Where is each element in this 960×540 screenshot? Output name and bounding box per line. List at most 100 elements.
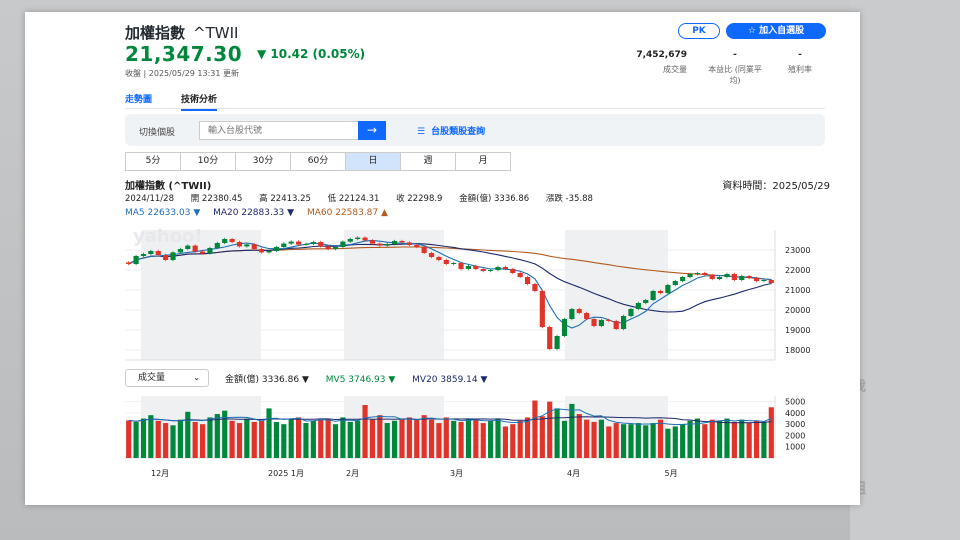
candle-body — [613, 321, 619, 329]
tab-trend[interactable]: 走勢圖 — [125, 92, 152, 105]
index-name: 加權指數 — [125, 24, 186, 42]
volume-bar — [303, 423, 309, 458]
add-watchlist-button[interactable]: ☆ 加入自選股 — [726, 23, 826, 39]
candle-body — [451, 263, 457, 264]
candle-body — [362, 237, 368, 241]
candle-body — [207, 248, 213, 254]
volume-bar — [635, 423, 641, 458]
stock-search-input[interactable] — [199, 121, 359, 140]
category-query-link[interactable]: ☰ 台股類股查詢 — [417, 124, 485, 137]
volume-bar — [126, 420, 132, 458]
candle-body — [244, 244, 250, 247]
volume-bar — [510, 424, 516, 458]
candle-body — [473, 266, 479, 269]
stat-value: - — [798, 50, 802, 60]
update-time: 收盤 | 2025/05/29 13:31 更新 — [125, 69, 240, 78]
candle-body — [347, 239, 353, 242]
candle-body — [170, 252, 176, 260]
stat-label: 殖利率 — [788, 65, 812, 74]
pk-button[interactable]: PK — [678, 23, 720, 39]
volume-bar — [392, 420, 398, 458]
mv20-label: MV20 3859.14 ▼ — [412, 375, 488, 385]
volume-bar — [628, 424, 634, 458]
x-tick-label: 12月 — [151, 469, 169, 478]
chevron-down-icon: ⌄ — [193, 373, 200, 382]
volume-bar — [591, 421, 597, 458]
volume-bar — [739, 419, 745, 458]
candle-body — [140, 254, 147, 256]
interval-30m[interactable]: 30分 — [235, 152, 291, 171]
volume-bar — [473, 419, 479, 458]
chart-title: 加權指數 (^TWII) — [125, 181, 212, 192]
volume-bar — [753, 420, 760, 458]
interval-month[interactable]: 月 — [455, 152, 511, 171]
volume-bar — [244, 418, 250, 458]
price-chart[interactable]: 18000 19000 20000 21000 22000 23000 yahoo! — [125, 224, 830, 364]
interval-10m[interactable]: 10分 — [180, 152, 236, 171]
volume-bar — [687, 420, 693, 458]
volume-bar — [332, 424, 339, 458]
watermark-logo: yahoo! — [133, 226, 203, 247]
volume-bar — [694, 418, 701, 458]
candle-body — [598, 320, 605, 326]
candle-body — [480, 269, 486, 271]
interval-60m[interactable]: 60分 — [290, 152, 346, 171]
y-tick-label: 18000 — [785, 346, 810, 355]
volume-bar — [517, 420, 523, 458]
candle-body — [532, 284, 538, 291]
ohlc-low: 低 22124.31 — [327, 194, 380, 204]
candle-body — [569, 309, 575, 319]
candle-body — [266, 251, 272, 253]
volume-bar — [236, 423, 243, 458]
ohlc-close: 收 22298.9 — [396, 194, 443, 204]
candle-body — [259, 249, 265, 253]
candle-body — [288, 241, 294, 244]
volume-bar — [421, 415, 427, 458]
volume-bar — [724, 418, 730, 458]
volume-bar — [192, 421, 198, 458]
interval-day[interactable]: 日 — [345, 152, 401, 171]
volume-bar — [214, 414, 220, 458]
volume-bar — [177, 419, 183, 458]
stat-value: - — [733, 50, 737, 60]
volume-bar — [362, 405, 368, 458]
volume-bar — [140, 418, 147, 458]
stock-page: 加權指數 ^TWII 21,347.30 ▼ 10.42 (0.05%) 收盤 |… — [25, 12, 860, 505]
candle-body — [155, 251, 161, 255]
arrow-right-icon[interactable]: → — [358, 121, 386, 140]
stat-label: 本益比 (同業平均) — [708, 65, 762, 85]
mv5-label: MV5 3746.93 ▼ — [325, 375, 396, 385]
candle-body — [310, 242, 316, 244]
stat-value: 7,452,679 — [636, 50, 687, 60]
candle-body — [458, 263, 464, 269]
volume-legend: 金額(億) 3336.86 ▼ MV5 3746.93 ▼ MV20 3859.… — [225, 372, 501, 385]
candle-body — [392, 241, 398, 244]
interval-5m[interactable]: 5分 — [125, 152, 181, 171]
volume-indicator-select[interactable]: 成交量 ⌄ — [125, 369, 209, 387]
volume-bar — [133, 421, 139, 458]
candle-body — [694, 273, 701, 274]
candle-body — [731, 274, 737, 280]
candle-body — [761, 280, 767, 281]
y-tick-label: 3000 — [785, 420, 805, 429]
candle-body — [539, 291, 545, 327]
volume-bar — [561, 420, 568, 458]
interval-selector: 5分 10分 30分 60分 日 週 月 — [125, 152, 511, 171]
volume-bar — [458, 421, 464, 458]
candle-body — [547, 327, 553, 349]
volume-bar — [281, 424, 287, 458]
volume-bar — [620, 424, 627, 458]
volume-bar — [384, 423, 390, 458]
candle-body — [584, 313, 590, 319]
y-tick-label: 4000 — [785, 409, 805, 418]
x-tick-label: 2月 — [346, 469, 359, 478]
volume-bar — [650, 423, 656, 458]
volume-bar — [273, 421, 280, 458]
volume-bar — [288, 418, 294, 458]
stat-yield: - 殖利率 — [775, 50, 825, 75]
candle-body — [340, 241, 346, 247]
volume-chart[interactable]: 1000 2000 3000 4000 5000 12月 2025 1月 2月 3月 4月 5月 — [125, 392, 830, 482]
ohlc-high: 高 22413.25 — [259, 194, 311, 204]
interval-week[interactable]: 週 — [400, 152, 456, 171]
volume-bar — [643, 425, 649, 458]
